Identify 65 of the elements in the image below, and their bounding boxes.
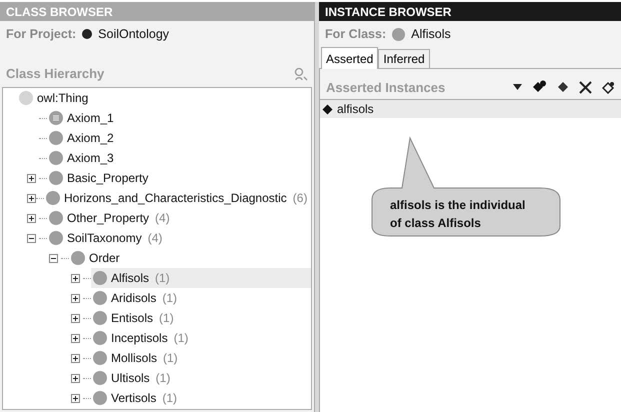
class-name: Alfisols: [411, 26, 451, 43]
project-icon: [82, 29, 92, 39]
tree-item[interactable]: Axiom_1: [47, 108, 118, 128]
tree-item[interactable]: Entisols (1): [91, 308, 178, 328]
expand-icon[interactable]: [71, 374, 80, 382]
class-icon: [49, 171, 63, 185]
collapse-icon[interactable]: [49, 254, 58, 262]
project-label: For Project:: [6, 26, 76, 43]
class-icon: [93, 291, 107, 305]
section-label: Asserted Instances: [326, 78, 446, 96]
instance-item[interactable]: alfisols: [320, 100, 621, 118]
tree-item[interactable]: Axiom_2: [47, 128, 118, 148]
tree-item[interactable]: Axiom_3: [47, 148, 118, 168]
class-icon: [49, 111, 63, 125]
class-icon: [93, 351, 107, 365]
class-icon: [49, 131, 63, 145]
add-instance-icon[interactable]: [532, 80, 547, 94]
class-icon: [49, 231, 63, 245]
tree-item[interactable]: Order: [69, 248, 124, 268]
tree-item[interactable]: Alfisols (1): [91, 268, 311, 288]
tree-item[interactable]: Mollisols (1): [91, 348, 182, 368]
tree-item[interactable]: Ultisols (1): [91, 368, 174, 388]
expand-icon[interactable]: [71, 394, 80, 402]
tree-item[interactable]: owl:Thing: [17, 88, 92, 108]
tab[interactable]: Inferred: [378, 49, 430, 68]
class-icon: [392, 28, 406, 40]
tree-item[interactable]: Aridisols (1): [91, 288, 182, 308]
tree-item[interactable]: Basic_Property: [47, 168, 152, 188]
class-icon: [93, 391, 107, 405]
diamond-outline-icon[interactable]: [602, 80, 615, 94]
tree-item[interactable]: Other_Property (4): [47, 208, 174, 228]
tree-item[interactable]: Vertisols (1): [91, 388, 182, 408]
class-icon: [49, 211, 63, 225]
class-icon: [93, 271, 107, 285]
search-icon[interactable]: [294, 67, 308, 81]
class-icon: [93, 311, 107, 325]
tab[interactable]: Asserted: [321, 47, 378, 69]
panel-title: CLASS BROWSER: [0, 2, 314, 21]
class-icon: [49, 151, 63, 165]
callout-text: alfisols is the individual of class Alfisols: [390, 197, 526, 232]
expand-icon[interactable]: [71, 354, 80, 362]
expand-icon[interactable]: [71, 334, 80, 342]
expand-icon[interactable]: [71, 294, 80, 302]
expand-icon[interactable]: [27, 174, 36, 182]
diamond-icon: [322, 104, 333, 114]
delete-icon[interactable]: [579, 80, 592, 94]
tree-item[interactable]: SoilTaxonomy (4): [47, 228, 166, 248]
dropdown-icon[interactable]: [513, 84, 522, 90]
class-icon: [46, 191, 60, 205]
expand-icon[interactable]: [27, 214, 36, 222]
tree-item[interactable]: Inceptisols (1): [91, 328, 192, 348]
class-icon: [93, 371, 107, 385]
expand-icon[interactable]: [27, 194, 36, 202]
expand-icon[interactable]: [71, 274, 80, 282]
class-icon: [71, 251, 85, 265]
collapse-icon[interactable]: [27, 234, 36, 242]
class-icon: [19, 91, 33, 105]
tree-item[interactable]: Horizons_and_Characteristics_Diagnostic (6): [44, 188, 311, 208]
section-label: Class Hierarchy: [6, 64, 104, 83]
panel-title: INSTANCE BROWSER: [319, 2, 621, 21]
expand-icon[interactable]: [71, 314, 80, 322]
project-name: SoilOntology: [98, 26, 170, 43]
class-label: For Class:: [325, 26, 386, 43]
class-icon: [93, 331, 107, 345]
diamond-icon[interactable]: [557, 81, 569, 93]
